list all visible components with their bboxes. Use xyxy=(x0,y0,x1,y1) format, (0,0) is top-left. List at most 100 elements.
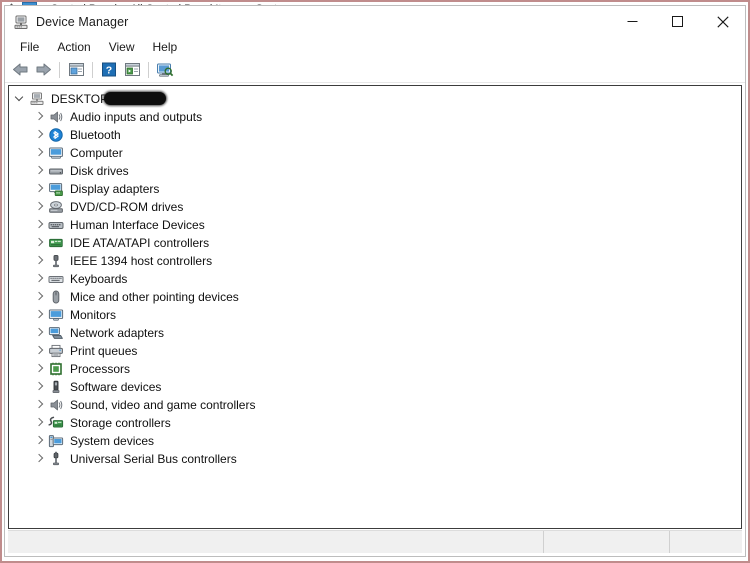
help-icon: ? xyxy=(102,62,116,77)
forward-icon xyxy=(36,63,51,76)
tree-item-dvd-cd-rom-drives[interactable]: DVD/CD-ROM drives xyxy=(9,198,741,216)
mouse-icon xyxy=(48,289,64,305)
tree-item-label: Bluetooth xyxy=(70,128,121,142)
screenshot-root: › Control Panel › All Control Panel Item… xyxy=(0,0,750,563)
chevron-right-icon[interactable] xyxy=(32,307,48,323)
toolbar-separator xyxy=(92,61,93,78)
computer-icon xyxy=(48,145,64,161)
maximize-button[interactable] xyxy=(655,6,700,37)
tree-item-label: Disk drives xyxy=(70,164,129,178)
tree-item-label: System devices xyxy=(70,434,155,448)
title-bar[interactable]: Device Manager xyxy=(5,6,745,37)
tree-item-software-devices[interactable]: Software devices xyxy=(9,378,741,396)
software-device-icon xyxy=(48,379,64,395)
tree-item-display-adapters[interactable]: Display adapters xyxy=(9,180,741,198)
ide-controller-icon xyxy=(48,235,64,251)
scan-for-hardware-changes-icon xyxy=(157,63,174,77)
device-manager-window: Device Manager File Action View Help ? D… xyxy=(4,5,746,557)
device-tree-pane[interactable]: DESKTOP Audio inputs and outputs Bluetoo… xyxy=(8,85,742,529)
chevron-right-icon[interactable] xyxy=(32,199,48,215)
tree-item-network-adapters[interactable]: Network adapters xyxy=(9,324,741,342)
display-adapter-icon xyxy=(48,181,64,197)
toolbar-separator xyxy=(148,61,149,78)
tree-item-label: Human Interface Devices xyxy=(70,218,205,232)
chevron-right-icon[interactable] xyxy=(32,343,48,359)
show-hidden-devices-button[interactable] xyxy=(121,59,143,81)
tree-item-universal-serial-bus-controllers[interactable]: Universal Serial Bus controllers xyxy=(9,450,741,468)
chevron-right-icon[interactable] xyxy=(32,217,48,233)
chevron-right-icon[interactable] xyxy=(32,361,48,377)
chevron-right-icon[interactable] xyxy=(32,433,48,449)
chevron-right-icon[interactable] xyxy=(32,109,48,125)
status-pane-end xyxy=(670,531,742,553)
chevron-right-icon[interactable] xyxy=(32,289,48,305)
tree-root-node[interactable]: DESKTOP xyxy=(9,90,741,108)
menu-action[interactable]: Action xyxy=(48,39,99,55)
minimize-button[interactable] xyxy=(610,6,655,37)
chevron-right-icon[interactable] xyxy=(32,325,48,341)
properties-icon xyxy=(68,63,84,76)
tree-item-ieee-1394-host-controllers[interactable]: IEEE 1394 host controllers xyxy=(9,252,741,270)
tree-item-system-devices[interactable]: System devices xyxy=(9,432,741,450)
tree-item-sound-video-and-game-controllers[interactable]: Sound, video and game controllers xyxy=(9,396,741,414)
menu-view[interactable]: View xyxy=(100,39,144,55)
tree-item-label: Monitors xyxy=(70,308,117,322)
scan-for-hardware-changes-button[interactable] xyxy=(154,59,176,81)
menu-file[interactable]: File xyxy=(11,39,48,55)
chevron-right-icon[interactable] xyxy=(32,163,48,179)
ieee1394-icon xyxy=(48,253,64,269)
tree-item-label: Keyboards xyxy=(70,272,128,286)
tree-item-monitors[interactable]: Monitors xyxy=(9,306,741,324)
menu-bar: File Action View Help xyxy=(5,37,745,57)
tree-item-label: Display adapters xyxy=(70,182,160,196)
tree-item-label: Universal Serial Bus controllers xyxy=(70,452,237,466)
properties-button[interactable] xyxy=(65,59,87,81)
chevron-down-icon[interactable] xyxy=(13,91,29,107)
chevron-right-icon[interactable] xyxy=(32,253,48,269)
computer-root-icon xyxy=(29,91,45,107)
tree-item-ide-ata-atapi-controllers[interactable]: IDE ATA/ATAPI controllers xyxy=(9,234,741,252)
tree-item-audio-inputs-and-outputs[interactable]: Audio inputs and outputs xyxy=(9,108,741,126)
storage-controller-icon xyxy=(48,415,64,431)
redaction-blob xyxy=(104,92,166,105)
toolbar: ? xyxy=(5,57,745,83)
device-manager-icon xyxy=(13,14,29,30)
chevron-right-icon[interactable] xyxy=(32,235,48,251)
usb-controller-icon xyxy=(48,451,64,467)
hid-icon xyxy=(48,217,64,233)
tree-item-storage-controllers[interactable]: Storage controllers xyxy=(9,414,741,432)
keyboard-icon xyxy=(48,271,64,287)
close-button[interactable] xyxy=(700,6,745,37)
status-pane-main xyxy=(8,531,544,553)
processor-icon xyxy=(48,361,64,377)
tree-item-label: Network adapters xyxy=(70,326,165,340)
chevron-right-icon[interactable] xyxy=(32,181,48,197)
menu-help[interactable]: Help xyxy=(144,39,187,55)
tree-item-human-interface-devices[interactable]: Human Interface Devices xyxy=(9,216,741,234)
chevron-right-icon[interactable] xyxy=(32,127,48,143)
chevron-right-icon[interactable] xyxy=(32,379,48,395)
tree-item-print-queues[interactable]: Print queues xyxy=(9,342,741,360)
tree-item-label: Sound, video and game controllers xyxy=(70,398,256,412)
tree-item-label: Mice and other pointing devices xyxy=(70,290,239,304)
back-button[interactable] xyxy=(9,59,31,81)
help-button[interactable]: ? xyxy=(98,59,120,81)
chevron-right-icon[interactable] xyxy=(32,271,48,287)
chevron-right-icon[interactable] xyxy=(32,145,48,161)
device-tree: DESKTOP Audio inputs and outputs Bluetoo… xyxy=(9,86,741,468)
forward-button[interactable] xyxy=(32,59,54,81)
tree-item-mice-and-other-pointing-devices[interactable]: Mice and other pointing devices xyxy=(9,288,741,306)
chevron-right-icon[interactable] xyxy=(32,451,48,467)
tree-item-disk-drives[interactable]: Disk drives xyxy=(9,162,741,180)
chevron-right-icon[interactable] xyxy=(32,415,48,431)
status-pane-middle xyxy=(544,531,670,553)
chevron-right-icon[interactable] xyxy=(32,397,48,413)
tree-item-processors[interactable]: Processors xyxy=(9,360,741,378)
tree-item-keyboards[interactable]: Keyboards xyxy=(9,270,741,288)
tree-item-bluetooth[interactable]: Bluetooth xyxy=(9,126,741,144)
tree-item-computer[interactable]: Computer xyxy=(9,144,741,162)
tree-item-label: IEEE 1394 host controllers xyxy=(70,254,213,268)
printer-icon xyxy=(48,343,64,359)
window-controls xyxy=(610,6,745,37)
tree-item-label: Audio inputs and outputs xyxy=(70,110,203,124)
